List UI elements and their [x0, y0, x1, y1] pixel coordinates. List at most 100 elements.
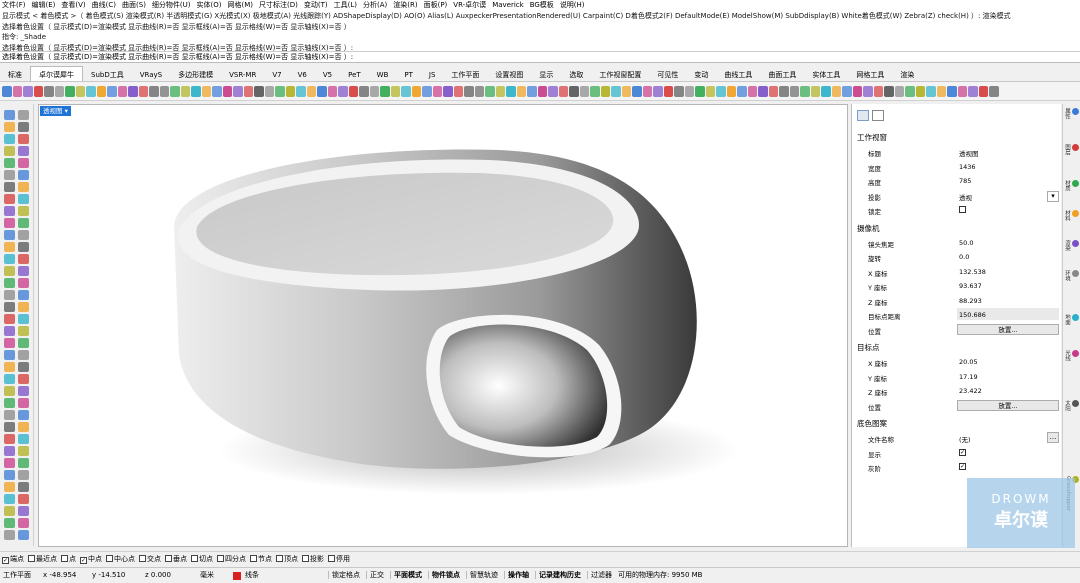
tool-icon[interactable]: [4, 254, 15, 264]
background-value[interactable]: (无): [959, 434, 971, 444]
osnap-中心点[interactable]: 中心点: [106, 552, 135, 566]
tool-icon[interactable]: [4, 506, 15, 516]
tool-icon[interactable]: [107, 85, 117, 97]
tool-icon[interactable]: [18, 494, 29, 504]
tab-V7[interactable]: V7: [264, 67, 289, 81]
tool-icon[interactable]: [18, 230, 29, 240]
camera-value[interactable]: 93.637: [959, 282, 982, 290]
background-checkbox[interactable]: ✓: [959, 448, 966, 456]
tool-icon[interactable]: [905, 85, 915, 97]
status-toggle[interactable]: 正交: [366, 571, 384, 579]
tool-icon[interactable]: [4, 362, 15, 372]
tab-多边形建模[interactable]: 多边形建模: [170, 67, 221, 81]
target-value[interactable]: 23.422: [959, 387, 982, 395]
osnap-checkbox[interactable]: [165, 555, 172, 562]
osnap-节点[interactable]: 节点: [250, 552, 272, 566]
tool-icon[interactable]: [4, 434, 15, 444]
tab-网格工具[interactable]: 网格工具: [848, 67, 892, 81]
tool-icon[interactable]: [285, 85, 295, 97]
tool-icon[interactable]: [201, 85, 211, 97]
tool-icon[interactable]: [65, 85, 75, 97]
tool-icon[interactable]: [474, 85, 484, 97]
tool-icon[interactable]: [54, 85, 64, 97]
tool-icon[interactable]: [4, 482, 15, 492]
tool-icon[interactable]: [968, 85, 978, 97]
tool-icon[interactable]: [768, 85, 778, 97]
place-button[interactable]: 放置...: [957, 323, 1059, 335]
tool-icon[interactable]: [569, 85, 579, 97]
tool-icon[interactable]: [411, 85, 421, 97]
tool-icon[interactable]: [516, 85, 526, 97]
camera-value[interactable]: 88.293: [959, 297, 982, 305]
tool-icon[interactable]: [485, 85, 495, 97]
menu-item[interactable]: 文件(F): [2, 1, 26, 9]
tool-icon[interactable]: [306, 85, 316, 97]
tool-icon[interactable]: [590, 85, 600, 97]
tool-icon[interactable]: [327, 85, 337, 97]
viewport-title[interactable]: 透视图 ▾: [40, 106, 71, 116]
tab-渲染[interactable]: 渲染: [892, 67, 922, 81]
tool-icon[interactable]: [4, 338, 15, 348]
tool-icon[interactable]: [957, 85, 967, 97]
menu-item[interactable]: 细分物件(U): [152, 1, 191, 9]
tool-icon[interactable]: [915, 85, 925, 97]
tool-icon[interactable]: [548, 85, 558, 97]
tool-icon[interactable]: [4, 458, 15, 468]
tool-icon[interactable]: [4, 182, 15, 192]
tool-icon[interactable]: [758, 85, 768, 97]
osnap-端点[interactable]: ✓ 端点: [2, 552, 24, 566]
menu-item[interactable]: 网格(M): [228, 1, 254, 9]
dropdown-arrow-icon[interactable]: ▾: [1047, 190, 1059, 202]
tool-icon[interactable]: [18, 302, 29, 312]
tool-icon[interactable]: [4, 350, 15, 360]
tool-icon[interactable]: [842, 85, 852, 97]
tool-icon[interactable]: [674, 85, 684, 97]
tool-icon[interactable]: [2, 85, 12, 97]
tool-icon[interactable]: [18, 110, 29, 120]
tab-VSR-MR[interactable]: VSR-MR: [221, 67, 264, 81]
tab-实体工具[interactable]: 实体工具: [804, 67, 848, 81]
tool-icon[interactable]: [18, 482, 29, 492]
tool-icon[interactable]: [159, 85, 169, 97]
tool-icon[interactable]: [4, 110, 15, 120]
viewport-value[interactable]: 透视: [959, 192, 972, 202]
status-toggle[interactable]: 记录建构历史: [535, 571, 581, 579]
tab-标准[interactable]: 标准: [0, 67, 30, 81]
tool-icon[interactable]: [243, 85, 253, 97]
tool-icon[interactable]: [33, 85, 43, 97]
tool-icon[interactable]: [233, 85, 243, 97]
tool-icon[interactable]: [18, 182, 29, 192]
tool-icon[interactable]: [632, 85, 642, 97]
tool-icon[interactable]: [4, 314, 15, 324]
cplane-label[interactable]: 工作平面: [3, 568, 31, 583]
menu-item[interactable]: 面板(P): [424, 1, 448, 9]
tool-icon[interactable]: [138, 85, 148, 97]
background-checkbox[interactable]: ✓: [959, 463, 966, 470]
tool-icon[interactable]: [506, 85, 516, 97]
tool-icon[interactable]: [401, 85, 411, 97]
tool-icon[interactable]: [810, 85, 820, 97]
tab-曲面工具[interactable]: 曲面工具: [760, 67, 804, 81]
osnap-checkbox[interactable]: [28, 555, 35, 562]
tool-icon[interactable]: [579, 85, 589, 97]
tool-icon[interactable]: [380, 85, 390, 97]
tool-icon[interactable]: [4, 134, 15, 144]
menu-item[interactable]: Maverick: [492, 1, 524, 9]
tool-icon[interactable]: [4, 302, 15, 312]
camera-value[interactable]: 0.0: [959, 253, 969, 261]
status-toggle[interactable]: 过滤器: [587, 571, 612, 579]
tool-icon[interactable]: [684, 85, 694, 97]
units[interactable]: 毫米: [200, 568, 214, 583]
target-value[interactable]: 17.19: [959, 373, 978, 381]
right-tab-2[interactable]: 材质: [1064, 180, 1079, 191]
menu-item[interactable]: 说明(H): [560, 1, 585, 9]
tab-设置视图[interactable]: 设置视图: [487, 67, 531, 81]
tool-icon[interactable]: [4, 266, 15, 276]
osnap-checkbox[interactable]: [276, 555, 283, 562]
tab-WB[interactable]: WB: [369, 67, 397, 81]
tool-icon[interactable]: [18, 362, 29, 372]
current-layer[interactable]: 线条: [245, 568, 259, 583]
osnap-checkbox[interactable]: [139, 555, 146, 562]
tool-icon[interactable]: [4, 446, 15, 456]
tool-icon[interactable]: [18, 206, 29, 216]
